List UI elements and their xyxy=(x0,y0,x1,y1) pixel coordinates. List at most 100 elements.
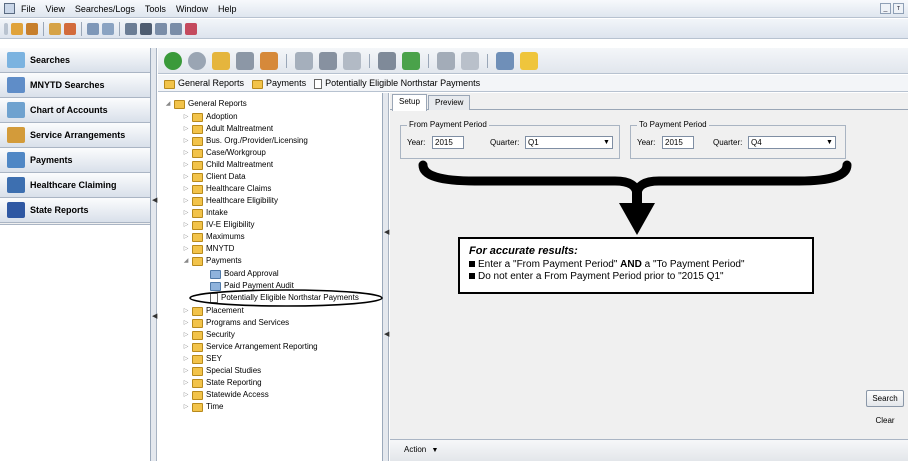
restore-button[interactable]: т xyxy=(893,3,904,14)
tab-preview[interactable]: Preview xyxy=(428,95,471,110)
tree-node[interactable]: ▷ Statewide Access xyxy=(182,388,269,400)
tree-node[interactable]: ▷ Healthcare Eligibility xyxy=(182,194,278,206)
to-quarter-select[interactable]: Q4 ▼ xyxy=(748,136,836,149)
open-folder-icon[interactable] xyxy=(212,51,230,70)
menu-tools[interactable]: Tools xyxy=(145,4,166,14)
breadcrumb-item[interactable]: General Reports xyxy=(164,78,244,89)
undo-icon[interactable] xyxy=(343,51,361,70)
collapsed-icon[interactable]: ▷ xyxy=(182,331,190,338)
left-splitter[interactable] xyxy=(151,48,157,461)
menu-help[interactable]: Help xyxy=(218,4,237,14)
tree-node[interactable]: ▷ Adult Maltreatment xyxy=(182,122,273,134)
app-icon[interactable] xyxy=(4,3,15,14)
collapsed-icon[interactable]: ▷ xyxy=(182,233,190,240)
minimize-button[interactable]: _ xyxy=(880,3,891,14)
to-year-input[interactable]: 2015 xyxy=(662,136,694,149)
tree-node[interactable]: ▷ Security xyxy=(182,328,235,340)
grid-icon[interactable] xyxy=(87,22,99,35)
calendar-icon[interactable] xyxy=(49,22,61,35)
save-icon[interactable] xyxy=(319,51,337,70)
collapsed-icon[interactable]: ▷ xyxy=(182,185,190,192)
menu-searches-logs[interactable]: Searches/Logs xyxy=(75,4,135,14)
nav-service-arrangements[interactable]: Service Arrangements xyxy=(0,123,150,148)
tree-node[interactable]: ▷ Placement xyxy=(182,304,244,316)
people-icon[interactable] xyxy=(125,22,137,35)
tree-node[interactable]: ▷ Healthcare Claims xyxy=(182,182,271,194)
tree-node[interactable]: ▷ Special Studies xyxy=(182,364,261,376)
bookmark-icon[interactable] xyxy=(236,51,254,70)
tree-node[interactable]: ▷ Child Maltreatment xyxy=(182,158,273,170)
action-menu-button[interactable]: Action ▼ xyxy=(404,445,438,454)
delete-icon[interactable] xyxy=(437,51,455,70)
nav-payments[interactable]: Payments xyxy=(0,148,150,173)
collapsed-icon[interactable]: ▷ xyxy=(182,343,190,350)
calculator-icon[interactable] xyxy=(496,51,514,70)
back-icon[interactable] xyxy=(164,51,182,70)
collapse-left-icon[interactable]: ◀ xyxy=(152,312,157,320)
tree-leaf-board-approval[interactable]: Board Approval xyxy=(200,267,279,279)
list-icon[interactable] xyxy=(102,22,114,35)
tree-node[interactable]: ▷ Client Data xyxy=(182,170,246,182)
tree-node[interactable]: ▷ Service Arrangement Reporting xyxy=(182,340,318,352)
new-document-icon[interactable] xyxy=(295,51,313,70)
collapsed-icon[interactable]: ▷ xyxy=(182,221,190,228)
nav-state-reports[interactable]: State Reports xyxy=(0,198,150,223)
collapsed-icon[interactable]: ▷ xyxy=(182,403,190,410)
tree-node[interactable]: ▷ Time xyxy=(182,400,223,412)
collapsed-icon[interactable]: ▷ xyxy=(182,113,190,120)
collapsed-icon[interactable]: ▷ xyxy=(182,197,190,204)
tree-node[interactable]: ▷ MNYTD xyxy=(182,242,234,254)
collapsed-icon[interactable]: ▷ xyxy=(182,245,190,252)
tree-splitter[interactable] xyxy=(383,93,389,461)
tree-node[interactable]: ▷ Maximums xyxy=(182,230,245,242)
collapsed-icon[interactable]: ▷ xyxy=(182,125,190,132)
chevron-down-icon[interactable]: ▼ xyxy=(601,137,612,148)
tree-node[interactable]: ▷ State Reporting xyxy=(182,376,262,388)
collapsed-icon[interactable]: ▷ xyxy=(182,209,190,216)
tree-node[interactable]: ▷ SEY xyxy=(182,352,222,364)
tree-node[interactable]: ▷ Bus. Org./Provider/Licensing xyxy=(182,134,308,146)
tree-node[interactable]: ▷ Adoption xyxy=(182,110,238,122)
home-icon[interactable] xyxy=(64,22,76,35)
collapsed-icon[interactable]: ▷ xyxy=(182,149,190,156)
collapsed-icon[interactable]: ▷ xyxy=(182,319,190,326)
nav-searches[interactable]: Searches xyxy=(0,48,150,73)
breadcrumb-item[interactable]: Potentially Eligible Northstar Payments xyxy=(314,78,480,89)
chevron-down-icon[interactable]: ▼ xyxy=(824,137,835,148)
collapsed-icon[interactable]: ▷ xyxy=(182,391,190,398)
collapsed-icon[interactable]: ▷ xyxy=(182,367,190,374)
document-tools-icon[interactable] xyxy=(461,51,479,70)
collapse-tree-icon[interactable]: ◀ xyxy=(384,330,389,338)
menu-file[interactable]: File xyxy=(21,4,36,14)
binoculars-icon[interactable] xyxy=(140,22,152,35)
layout-alt-icon[interactable] xyxy=(26,22,38,35)
collapsed-icon[interactable]: ▷ xyxy=(182,137,190,144)
collapsed-icon[interactable]: ▷ xyxy=(182,173,190,180)
expanded-icon[interactable]: ◢ xyxy=(164,100,172,107)
from-quarter-select[interactable]: Q1 ▼ xyxy=(525,136,613,149)
tree-node[interactable]: ▷ IV-E Eligibility xyxy=(182,218,254,230)
search-button[interactable]: Search xyxy=(866,390,904,407)
collapsed-icon[interactable]: ▷ xyxy=(182,379,190,386)
collapse-left-icon[interactable]: ◀ xyxy=(152,196,157,204)
tree-node[interactable]: ▷ Programs and Services xyxy=(182,316,289,328)
nav-chart-of-accounts[interactable]: Chart of Accounts xyxy=(0,98,150,123)
collapse-tree-icon[interactable]: ◀ xyxy=(384,228,389,236)
menu-view[interactable]: View xyxy=(46,4,65,14)
breadcrumb-item[interactable]: Payments xyxy=(252,78,306,89)
shield-icon[interactable] xyxy=(185,22,197,35)
tab-setup[interactable]: Setup xyxy=(392,94,427,111)
collapsed-icon[interactable]: ▷ xyxy=(182,355,190,362)
tree-node[interactable]: ▷ Intake xyxy=(182,206,228,218)
lightning-icon[interactable] xyxy=(520,51,538,70)
from-year-input[interactable]: 2015 xyxy=(432,136,464,149)
layout-icon[interactable] xyxy=(11,22,23,35)
refresh-icon[interactable] xyxy=(402,51,420,70)
window-icon[interactable] xyxy=(155,22,167,35)
tree-node-payments[interactable]: ◢ Payments xyxy=(182,254,242,266)
menu-window[interactable]: Window xyxy=(176,4,208,14)
expanded-icon[interactable]: ◢ xyxy=(182,257,190,264)
window-alt-icon[interactable] xyxy=(170,22,182,35)
collapsed-icon[interactable]: ▷ xyxy=(182,161,190,168)
print-icon[interactable] xyxy=(378,51,396,70)
